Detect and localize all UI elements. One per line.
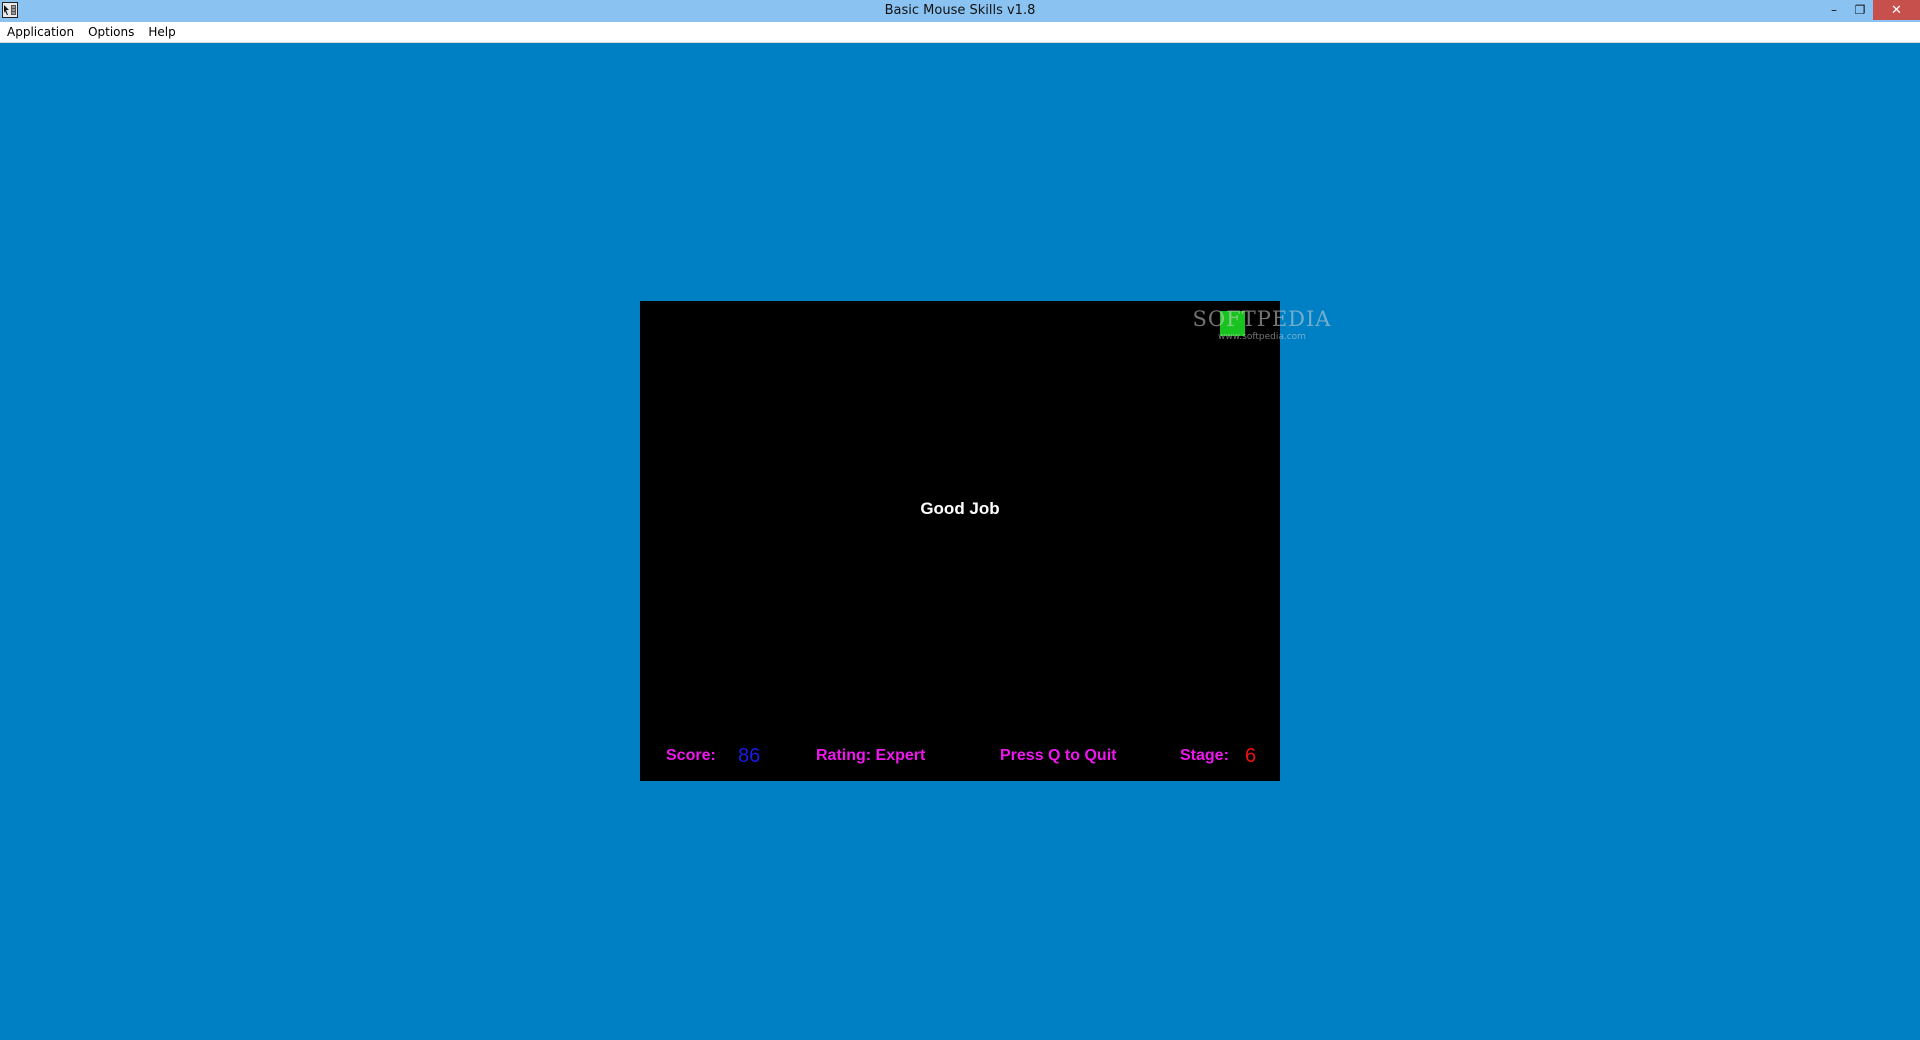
score-value: 86 bbox=[738, 745, 761, 767]
softpedia-watermark: SOFTPEDIA www.softpedia.com bbox=[1192, 307, 1332, 342]
close-icon: ✕ bbox=[1891, 2, 1902, 18]
minimize-button[interactable]: – bbox=[1821, 0, 1847, 20]
menu-help[interactable]: Help bbox=[141, 22, 182, 42]
minimize-icon: – bbox=[1831, 3, 1837, 17]
rating-text: Rating: Expert bbox=[816, 747, 926, 764]
feedback-message: Good Job bbox=[920, 499, 1000, 518]
stage-label: Stage: bbox=[1180, 747, 1229, 764]
game-area[interactable]: SOFTPEDIA www.softpedia.com Good Job Sco… bbox=[640, 301, 1330, 781]
restore-icon: ❐ bbox=[1854, 3, 1866, 17]
target-square[interactable] bbox=[1220, 311, 1245, 336]
stage-value: 6 bbox=[1245, 745, 1257, 767]
title-bar[interactable]: Basic Mouse Skills v1.8 – ❐ ✕ bbox=[0, 0, 1920, 22]
score-label: Score: bbox=[666, 747, 716, 764]
menu-application[interactable]: Application bbox=[0, 22, 81, 42]
restore-button[interactable]: ❐ bbox=[1847, 0, 1873, 20]
watermark-logo: SOFTPEDIA bbox=[1192, 307, 1332, 331]
quit-hint: Press Q to Quit bbox=[1000, 747, 1117, 764]
window-controls: – ❐ ✕ bbox=[1821, 0, 1920, 20]
menu-options[interactable]: Options bbox=[81, 22, 141, 42]
menu-bar: Application Options Help bbox=[0, 22, 1920, 43]
window-title: Basic Mouse Skills v1.8 bbox=[884, 3, 1036, 18]
watermark-url: www.softpedia.com bbox=[1218, 332, 1306, 342]
close-button[interactable]: ✕ bbox=[1873, 0, 1920, 20]
application-window: Basic Mouse Skills v1.8 – ❐ ✕ Applicatio… bbox=[0, 0, 1920, 1040]
